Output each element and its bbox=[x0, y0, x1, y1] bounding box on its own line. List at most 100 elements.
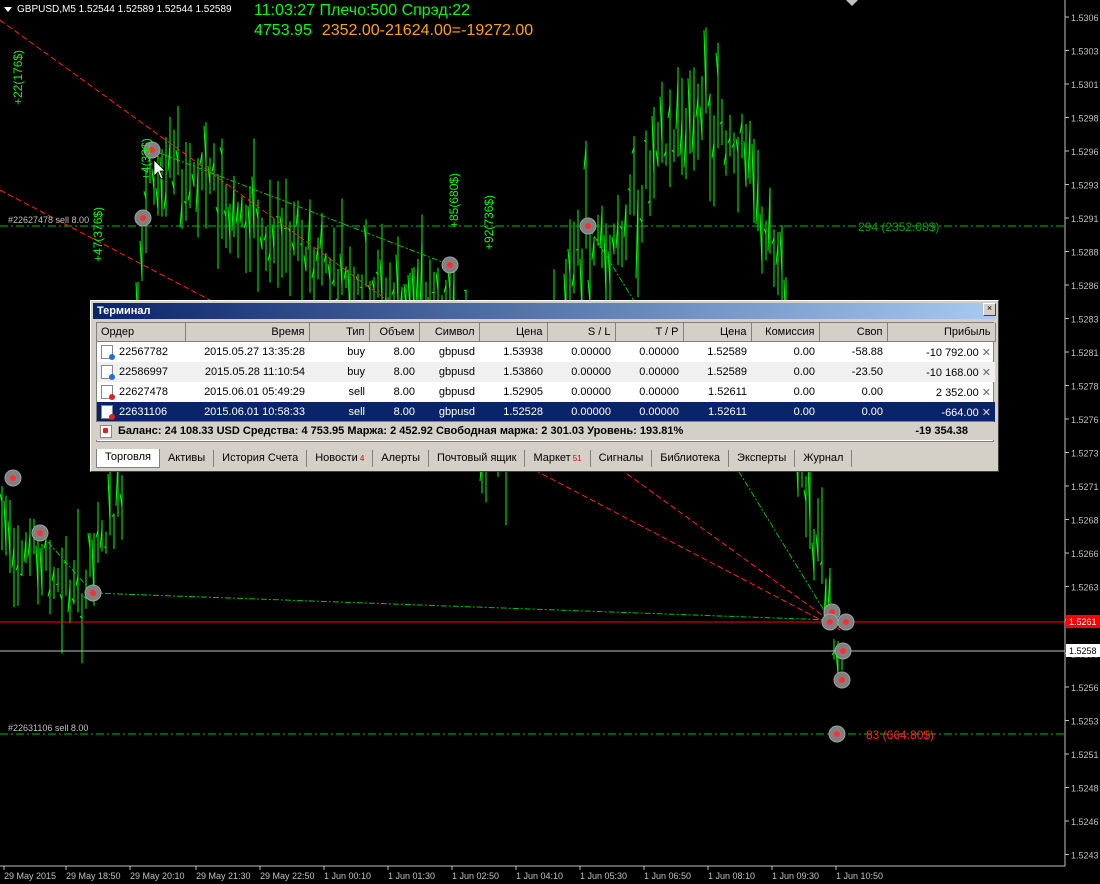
tab-4[interactable]: Алерты bbox=[373, 450, 429, 467]
terminal-window[interactable]: Терминал × Ордер Время Тип Объем Символ Цена S… bbox=[90, 300, 999, 472]
close-order-icon[interactable]: ✕ bbox=[979, 367, 991, 379]
symbol-header[interactable]: GBPUSD,M5 1.52544 1.52589 1.52544 1.5258… bbox=[4, 4, 232, 15]
table-row[interactable]: 22567782 2015.05.27 13:35:28 buy 8.00 gbpusd… bbox=[97, 342, 995, 363]
price-tick-label: 1.5281 bbox=[1071, 348, 1099, 358]
tab-8[interactable]: Библиотека bbox=[652, 450, 730, 467]
tab-10[interactable]: Журнал bbox=[795, 450, 853, 467]
tab-1[interactable]: Активы bbox=[160, 450, 215, 467]
column-header[interactable]: Время bbox=[185, 323, 310, 342]
close-order-icon[interactable]: ✕ bbox=[979, 347, 991, 359]
order-marker-dot bbox=[140, 215, 146, 221]
tab-6[interactable]: Маркет 51 bbox=[525, 450, 591, 467]
time-tick-label: 1 Jun 04:10 bbox=[516, 871, 563, 881]
table-cell: 1.53938 bbox=[503, 346, 543, 358]
table-cell: 0.00000 bbox=[571, 346, 611, 358]
leverage-info: 11:03:27 Плечо:500 Спрэд:22 bbox=[254, 2, 471, 19]
order-type-dot bbox=[109, 374, 115, 380]
time-tick-label: 29 May 18:50 bbox=[66, 871, 121, 881]
column-header[interactable]: Объем bbox=[369, 323, 420, 342]
table-cell: 0.00 bbox=[751, 402, 819, 422]
column-header[interactable]: Цена bbox=[683, 323, 752, 342]
table-header[interactable]: Ордер Время Тип Объем Символ Цена S / LT / P Це… bbox=[97, 323, 996, 342]
time-tick-label: 1 Jun 05:30 bbox=[580, 871, 627, 881]
dropdown-icon[interactable] bbox=[4, 6, 12, 12]
tab-label: Активы bbox=[167, 452, 206, 464]
order-marker-dot bbox=[447, 262, 453, 268]
table-cell: 1.52528 bbox=[479, 402, 547, 422]
column-header[interactable]: Комиссия bbox=[751, 323, 820, 342]
column-header[interactable]: T / P bbox=[615, 323, 684, 342]
equity-value: 4753.95 bbox=[254, 22, 312, 39]
tab-label: История Счета bbox=[222, 452, 299, 464]
summary-text: Баланс: 24 108.33 USD Средства: 4 753.95… bbox=[118, 425, 684, 437]
close-order-icon[interactable]: ✕ bbox=[979, 387, 991, 399]
orders-table[interactable]: Ордер Время Тип Объем Символ Цена S / LT / P Це… bbox=[97, 323, 996, 422]
tab-5[interactable]: Почтовый ящик bbox=[429, 450, 526, 467]
tab-7[interactable]: Сигналы bbox=[591, 450, 653, 467]
table-cell: 0.00000 bbox=[547, 362, 615, 382]
terminal-tabs[interactable]: Торговля Активы История Счета Новости 4 Алерт… bbox=[96, 448, 853, 468]
table-cell: sell bbox=[348, 386, 365, 398]
tab-label: Алерты bbox=[381, 452, 420, 464]
column-header[interactable]: S / L bbox=[547, 323, 616, 342]
shift-marker-icon[interactable] bbox=[846, 0, 858, 6]
table-row[interactable]: 22627478 2015.06.01 05:49:29 sell 8.00 gbpus… bbox=[97, 382, 995, 402]
column-header[interactable]: Цена bbox=[479, 323, 548, 342]
table-row[interactable]: 22631106 2015.06.01 10:58:33 sell 8.00 gbpus… bbox=[97, 402, 995, 422]
column-header[interactable]: Прибыль bbox=[887, 323, 996, 342]
order-marker-dot bbox=[585, 223, 591, 229]
order-cell: 22567782 bbox=[97, 342, 185, 363]
profit-vertical-label: +47(376$) bbox=[91, 207, 105, 262]
trade-link-line bbox=[92, 592, 831, 621]
table-cell: 0.00000 bbox=[615, 362, 683, 382]
tab-label: Новости bbox=[315, 452, 358, 464]
order-number: 22567782 bbox=[119, 345, 168, 358]
tab-2[interactable]: История Счета bbox=[214, 450, 308, 467]
time-tick-label: 1 Jun 10:50 bbox=[836, 871, 883, 881]
tab-9[interactable]: Эксперты bbox=[729, 450, 796, 467]
time-tick-label: 29 May 20:10 bbox=[130, 871, 185, 881]
profit-cell: 2 352.00 ✕ bbox=[887, 382, 995, 402]
profit-label-top: 294 (2352.08$) bbox=[858, 220, 939, 234]
tab-label: Почтовый ящик bbox=[436, 452, 517, 464]
table-cell: 2015.06.01 10:58:33 bbox=[185, 402, 309, 422]
table-cell: 0.00 bbox=[861, 386, 883, 398]
price-tick-label: 1.5273 bbox=[1071, 449, 1099, 459]
profit-label-bottom: 83 (664.80$) bbox=[866, 728, 934, 742]
order-marker-dot bbox=[839, 677, 845, 683]
orders-body[interactable]: 22567782 2015.05.27 13:35:28 buy 8.00 gbpusd… bbox=[97, 342, 995, 422]
column-header[interactable]: Символ bbox=[419, 323, 480, 342]
profit-value: -10 168.00 bbox=[926, 366, 979, 379]
profit-vertical-label: +85(680$) bbox=[447, 173, 461, 228]
price-tick-label: 1.5293 bbox=[1071, 181, 1099, 191]
table-cell: 1.53860 bbox=[479, 362, 547, 382]
table-cell: 0.00 bbox=[819, 402, 887, 422]
order-marker-dot bbox=[827, 619, 833, 625]
price-tick-label: 1.5268 bbox=[1071, 516, 1099, 526]
table-cell: 0.00000 bbox=[639, 346, 679, 358]
table-cell: 1.52611 bbox=[708, 386, 747, 398]
tab-label: Журнал bbox=[803, 452, 844, 464]
price-tick-label: 1.5248 bbox=[1071, 784, 1099, 794]
table-cell: 8.00 bbox=[393, 346, 415, 358]
column-header[interactable]: Ордер bbox=[97, 323, 186, 342]
close-order-icon[interactable]: ✕ bbox=[979, 407, 991, 419]
table-cell: 2015.05.27 13:35:28 bbox=[204, 346, 305, 358]
table-cell: buy bbox=[309, 362, 369, 382]
time-tick-label: 1 Jun 02:50 bbox=[452, 871, 499, 881]
table-row[interactable]: 22586997 2015.05.28 11:10:54 buy 8.00 gbpusd… bbox=[97, 362, 995, 382]
column-header[interactable]: Тип bbox=[309, 323, 370, 342]
close-icon[interactable]: × bbox=[983, 303, 996, 316]
buy-order-icon bbox=[101, 345, 115, 360]
sell-order-icon bbox=[101, 385, 115, 400]
calc-value: 2352.00-21624.00=-19272.00 bbox=[321, 22, 534, 39]
column-header[interactable]: Своп bbox=[819, 323, 888, 342]
price-tick-label: 1.5256 bbox=[1071, 683, 1099, 693]
order-marker-dot bbox=[37, 530, 43, 536]
terminal-title[interactable]: Терминал bbox=[93, 303, 996, 319]
tab-3[interactable]: Новости 4 bbox=[307, 450, 374, 467]
price-tick-label: 1.5298 bbox=[1071, 114, 1099, 124]
profit-cell: -10 168.00 ✕ bbox=[887, 362, 995, 382]
price-tick-label: 1.5243 bbox=[1071, 851, 1099, 861]
tab-0[interactable]: Торговля bbox=[96, 449, 160, 468]
